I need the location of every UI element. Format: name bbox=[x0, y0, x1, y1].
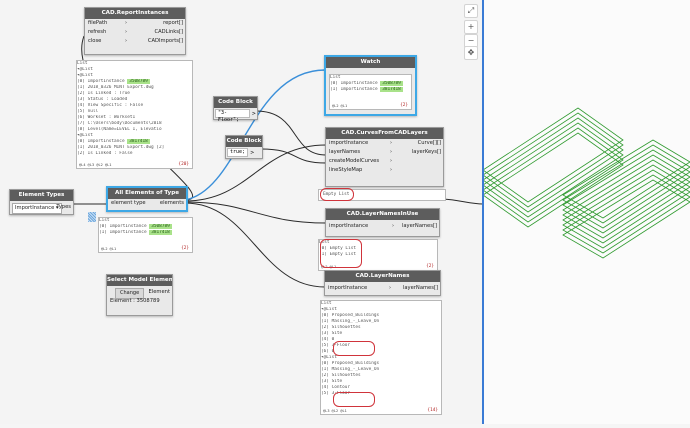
node-title: Select Model Element bbox=[107, 275, 172, 286]
selection-status: Element : 3508789 bbox=[110, 298, 160, 304]
output-port[interactable]: layerNames[] bbox=[402, 222, 437, 231]
preview-levels: @L2 @L1 bbox=[101, 247, 117, 251]
input-port[interactable]: refresh › CADLinks[] bbox=[85, 28, 185, 37]
input-port[interactable]: layerNames bbox=[326, 148, 360, 157]
output-port[interactable]: > bbox=[252, 111, 256, 117]
node-report-instances[interactable]: CAD.ReportInstances filePath › report[] re… bbox=[84, 7, 186, 55]
wire-elements-to-layers-in-use bbox=[184, 201, 327, 224]
preview-line: [1] ImportInstance 3817418 bbox=[99, 230, 172, 235]
highlight-circle bbox=[333, 392, 375, 407]
code-input[interactable]: "3-Floor"; bbox=[215, 109, 250, 123]
node-all-elements-of-type[interactable]: All Elements of Type element type element… bbox=[106, 186, 188, 212]
output-port[interactable]: > bbox=[250, 150, 254, 156]
input-port[interactable]: close › CADImports[] bbox=[85, 37, 185, 46]
node-title: Code Block bbox=[214, 97, 257, 108]
zoom-fit-button[interactable]: ⤢ bbox=[464, 4, 478, 18]
search-icon: ⤢ bbox=[467, 6, 475, 15]
pan-button[interactable]: ✥ bbox=[464, 46, 478, 60]
code-input[interactable]: true; bbox=[227, 148, 249, 157]
node-curves-from-cad-layers[interactable]: CAD.CurvesFromCADLayers importInstance › C… bbox=[325, 127, 444, 187]
highlight-circle bbox=[333, 341, 375, 356]
preview-count: {2} bbox=[426, 264, 434, 269]
move-icon: ✥ bbox=[467, 48, 475, 57]
preview-levels: @L3 @L2 @L1 bbox=[323, 409, 347, 413]
input-port[interactable]: filePath › report[] bbox=[85, 19, 185, 28]
node-select-model-element[interactable]: Select Model Element Change Element Eleme… bbox=[106, 274, 173, 316]
output-port[interactable]: Types bbox=[56, 203, 71, 212]
preview-levels: @L4 @L3 @L2 @L1 bbox=[79, 163, 112, 167]
preview-line: [2] Is Linked : False bbox=[77, 151, 133, 156]
zoom-in-button[interactable]: + bbox=[464, 20, 478, 34]
node-title: CAD.LayerNames bbox=[325, 271, 440, 282]
node-watch[interactable]: Watch List [0] ImportInstance 3508789 [1… bbox=[324, 55, 417, 116]
output-port[interactable]: layerNames[] bbox=[403, 284, 438, 293]
pin-icon[interactable] bbox=[88, 212, 96, 222]
model-geometry bbox=[482, 107, 690, 259]
highlight-circle bbox=[320, 239, 362, 268]
node-title: CAD.LayerNamesInUse bbox=[326, 209, 439, 220]
preview-count: {14} bbox=[427, 408, 438, 413]
wire-elements-to-layer-names bbox=[184, 202, 326, 288]
output-port[interactable]: layerKeys[] bbox=[412, 148, 441, 157]
preview-report-instances[interactable]: List ▾@List ▾@List [0] ImportInstance 35… bbox=[76, 60, 193, 169]
preview-count: {20} bbox=[178, 162, 189, 167]
output-port[interactable]: Curve[][] bbox=[418, 139, 441, 148]
input-port[interactable]: element type bbox=[108, 199, 146, 208]
input-port[interactable]: importInstance bbox=[326, 222, 368, 231]
node-title: CAD.ReportInstances bbox=[85, 8, 185, 19]
wire-code2-to-curves bbox=[260, 148, 327, 164]
preview-count: {2} bbox=[181, 246, 189, 251]
node-title: CAD.CurvesFromCADLayers bbox=[326, 128, 443, 139]
watch-display: List [0] ImportInstance 3508789 [1] Impo… bbox=[329, 74, 412, 110]
wire-code1-to-curves bbox=[255, 110, 327, 156]
node-title: Watch bbox=[326, 57, 415, 68]
node-title: Element Types bbox=[10, 190, 73, 201]
node-layer-names-in-use[interactable]: CAD.LayerNamesInUse importInstance › layer… bbox=[325, 208, 440, 237]
node-code-block-bool[interactable]: Code Block true; > bbox=[225, 135, 263, 159]
preview-line: [1] ImportInstance 3817418 bbox=[330, 87, 403, 92]
output-port[interactable]: elements bbox=[160, 199, 184, 208]
background-3d-preview[interactable] bbox=[482, 0, 690, 424]
preview-all-elements[interactable]: List [0] ImportInstance 3508789 [1] Impo… bbox=[98, 217, 193, 253]
wire-curves-out bbox=[442, 198, 483, 205]
preview-count: {2} bbox=[400, 103, 408, 108]
node-element-types[interactable]: Element Types ImportInstance ▾ Types bbox=[9, 189, 74, 215]
minus-icon: − bbox=[467, 36, 475, 45]
node-title: All Elements of Type bbox=[108, 188, 186, 199]
node-code-block-floor[interactable]: Code Block "3-Floor"; > bbox=[213, 96, 258, 123]
input-port[interactable]: lineStyleMap bbox=[326, 166, 362, 175]
type-dropdown[interactable]: ImportInstance ▾ bbox=[12, 203, 62, 214]
node-layer-names[interactable]: CAD.LayerNames importInstance › layerNames… bbox=[324, 270, 441, 296]
highlight-circle bbox=[320, 188, 354, 201]
output-port[interactable]: Element bbox=[149, 288, 170, 297]
input-port[interactable]: createModelCurves bbox=[326, 157, 379, 166]
splitter[interactable] bbox=[482, 0, 484, 424]
input-port[interactable]: importInstance bbox=[325, 284, 367, 293]
graph-canvas[interactable]: CAD.ReportInstances filePath › report[] re… bbox=[0, 0, 483, 424]
plus-icon: + bbox=[467, 22, 475, 31]
preview-levels: @L2 @L1 bbox=[332, 104, 348, 108]
input-port[interactable]: importInstance bbox=[326, 139, 368, 148]
node-title: Code Block bbox=[226, 136, 262, 147]
